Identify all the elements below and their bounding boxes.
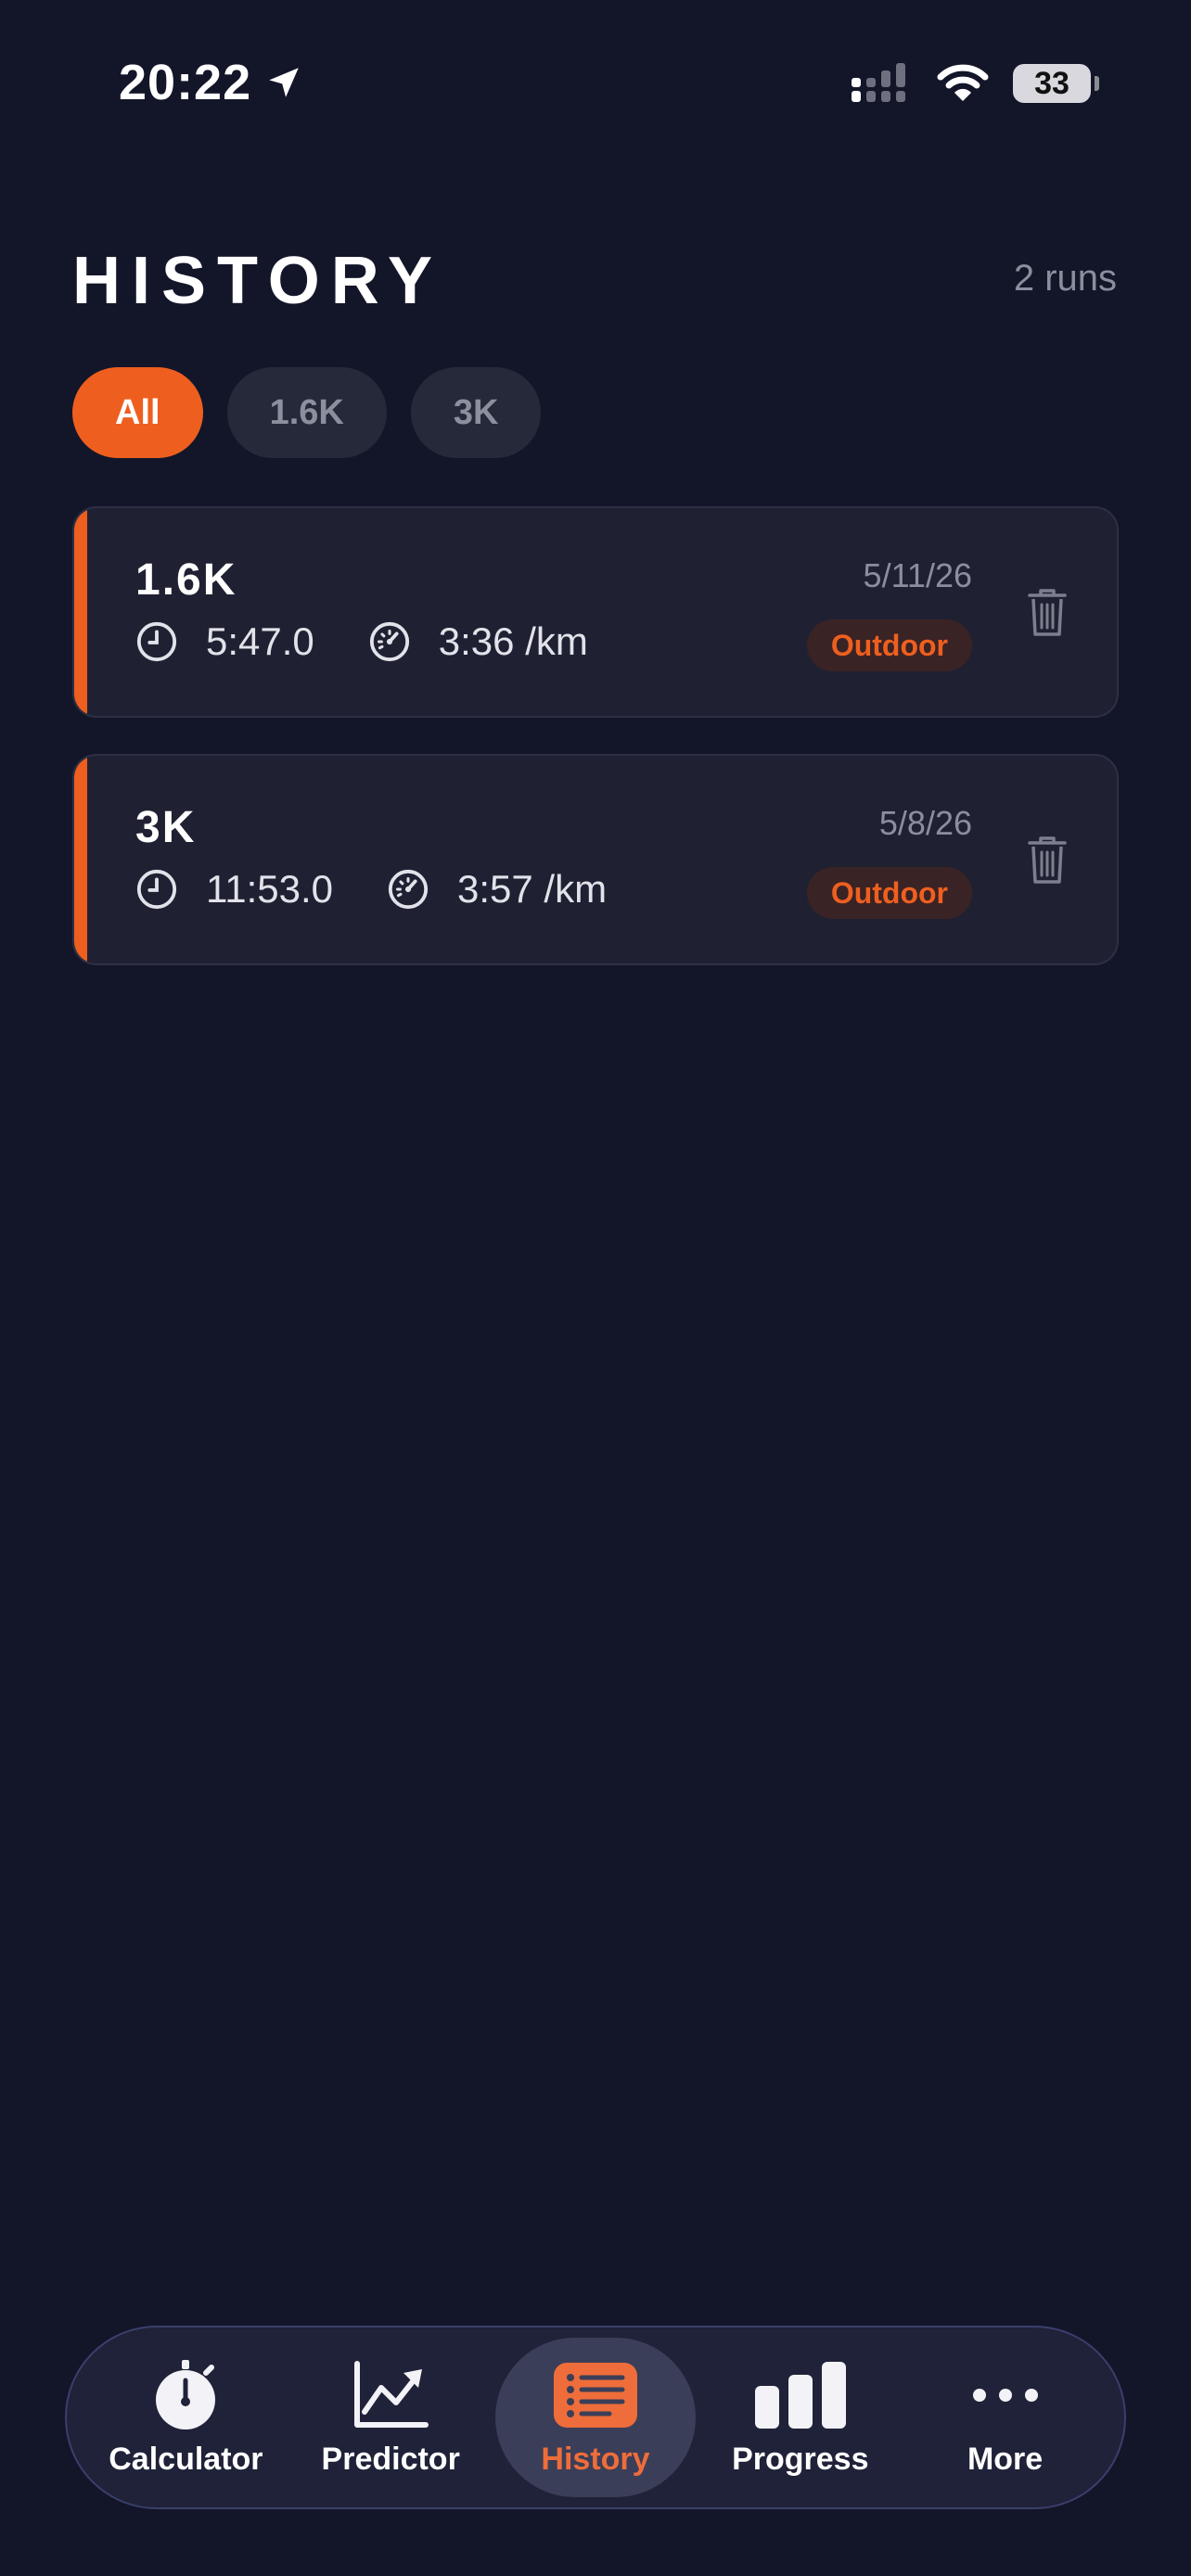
run-date: 5/8/26 (878, 804, 972, 842)
status-time: 20:22 (119, 54, 303, 111)
run-stats: 11:53.0 3:57 /km (135, 867, 644, 912)
tab-label: Calculator (109, 2441, 263, 2477)
run-time-stat: 11:53.0 (135, 867, 333, 912)
tab-label: History (541, 2441, 650, 2477)
trend-chart-icon (354, 2360, 429, 2428)
wifi-icon (937, 64, 989, 101)
run-type-badge: Outdoor (806, 619, 972, 671)
run-time-stat: 5:47.0 (135, 619, 314, 664)
run-distance: 3K (135, 803, 197, 852)
bottom-tab-bar: Calculator Predictor History Progress Mo… (65, 2326, 1126, 2509)
run-type-badge: Outdoor (806, 867, 972, 919)
tab-label: Predictor (321, 2441, 460, 2477)
page-title: HISTORY (72, 244, 444, 318)
battery-indicator: 33 (1013, 64, 1099, 103)
speedometer-icon (369, 621, 409, 662)
run-time: 11:53.0 (206, 867, 334, 911)
distance-filter-bar: All 1.6K 3K (72, 367, 542, 458)
trash-icon[interactable] (1026, 586, 1069, 638)
tab-label: More (967, 2441, 1044, 2477)
clock-icon (136, 869, 177, 910)
filter-chip-1-6k[interactable]: 1.6K (226, 367, 387, 458)
ellipsis-icon (972, 2388, 1038, 2402)
run-date: 5/11/26 (863, 556, 972, 594)
speedometer-icon (388, 869, 429, 910)
run-pace: 3:36 /km (438, 619, 588, 663)
list-icon (553, 2362, 637, 2428)
run-stats: 5:47.0 3:36 /km (135, 619, 625, 664)
tab-predictor[interactable]: Predictor (290, 2338, 491, 2497)
card-accent-bar (74, 756, 87, 963)
status-time-text: 20:22 (119, 55, 252, 110)
tab-progress[interactable]: Progress (700, 2338, 901, 2497)
run-pace: 3:57 /km (457, 867, 608, 911)
bar-chart-icon (754, 2361, 846, 2429)
run-distance: 1.6K (135, 555, 237, 605)
run-time: 5:47.0 (206, 619, 314, 663)
stopwatch-icon (156, 2359, 216, 2429)
tab-history[interactable]: History (494, 2338, 696, 2497)
location-arrow-icon (269, 68, 299, 97)
battery-level: 33 (1034, 65, 1069, 101)
tab-label: Progress (732, 2441, 869, 2477)
clock-icon (136, 621, 177, 662)
run-count: 2 runs (1013, 258, 1117, 299)
filter-chip-3k[interactable]: 3K (410, 367, 542, 458)
tab-more[interactable]: More (905, 2338, 1106, 2497)
status-indicators: 33 (852, 63, 1099, 104)
cellular-signal-icon (852, 63, 905, 102)
trash-icon[interactable] (1026, 834, 1069, 886)
card-accent-bar (74, 508, 87, 716)
filter-chip-all[interactable]: All (72, 367, 203, 458)
history-screen: 20:22 33 HISTORY 2 runs All 1.6K 3K 1.6K… (0, 0, 1191, 2576)
run-card[interactable]: 3K 5/8/26 11:53.0 3:57 /km Outdoor (72, 754, 1119, 965)
run-card[interactable]: 1.6K 5/11/26 5:47.0 3:36 /km Outdoor (72, 506, 1119, 718)
run-pace-stat: 3:57 /km (387, 867, 607, 912)
run-pace-stat: 3:36 /km (368, 619, 588, 664)
tab-calculator[interactable]: Calculator (85, 2338, 286, 2497)
